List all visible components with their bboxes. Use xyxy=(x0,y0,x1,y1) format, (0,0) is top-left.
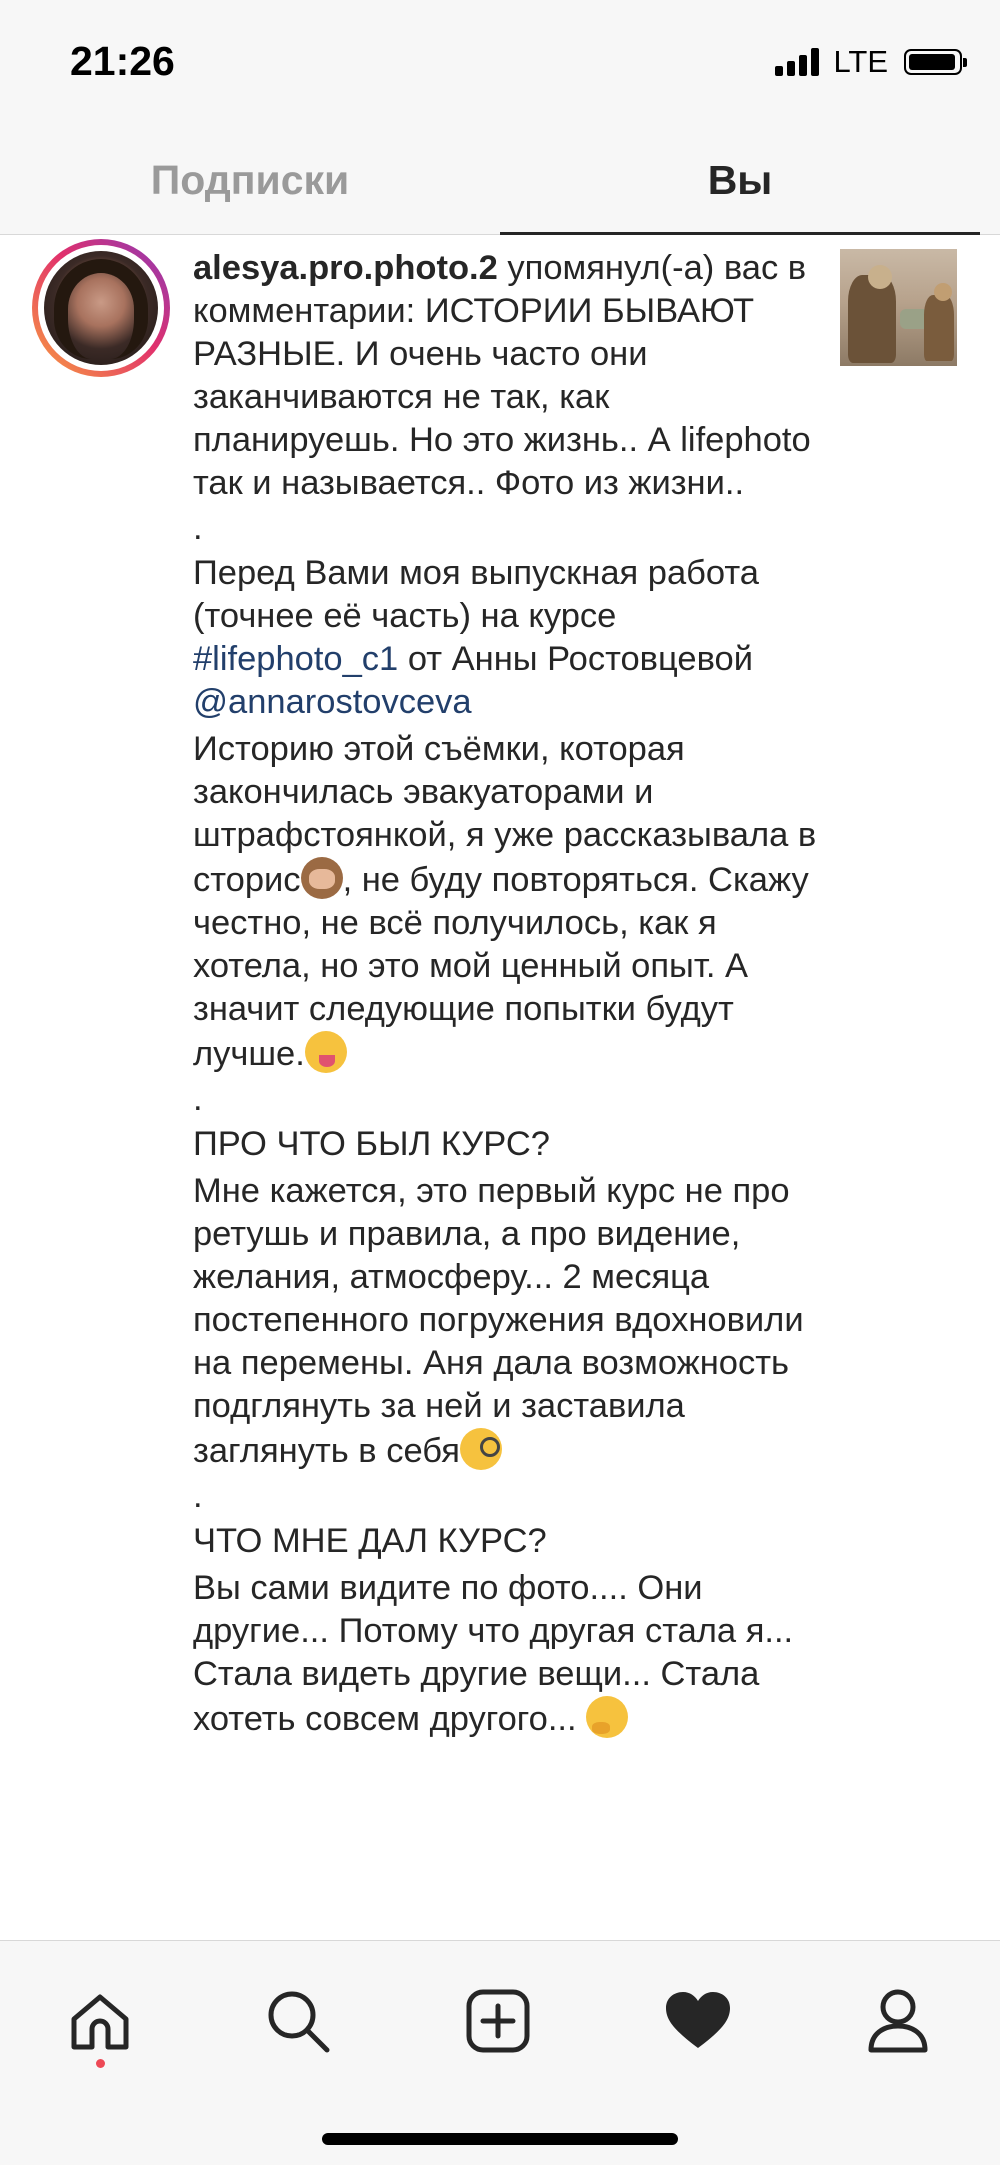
home-indicator[interactable] xyxy=(322,2133,678,2145)
status-bar: 21:26 LTE xyxy=(0,0,1000,120)
hashtag-link[interactable]: #lifephoto_c1 xyxy=(193,640,398,678)
status-time: 21:26 xyxy=(70,38,175,84)
separator-dot: . xyxy=(193,1477,203,1515)
separator-dot: . xyxy=(193,1080,203,1118)
cellular-signal-icon xyxy=(775,48,820,76)
comment-paragraph: Вы сами видите по фото.... Они другие...… xyxy=(193,1569,794,1738)
battery-icon xyxy=(904,49,967,75)
comment-paragraph: Перед Вами моя выпускная работа (точнее … xyxy=(193,554,759,635)
tab-you[interactable]: Вы xyxy=(500,150,980,210)
search-icon[interactable] xyxy=(258,1981,338,2061)
comment-paragraph: Мне кажется, это первый курс не про рету… xyxy=(193,1172,804,1470)
section-heading: ЧТО МНЕ ДАЛ КУРС? xyxy=(193,1522,547,1560)
mention-link[interactable]: @annarostovceva xyxy=(193,683,472,721)
activity-tabs: Подписки Вы xyxy=(0,120,1000,235)
bottom-nav xyxy=(0,1940,1000,2165)
home-notification-dot xyxy=(96,2059,105,2068)
username-link[interactable]: alesya.pro.photo.2 xyxy=(193,249,498,287)
monocle-face-icon xyxy=(459,1428,502,1470)
post-thumbnail[interactable] xyxy=(840,249,957,366)
network-type: LTE xyxy=(833,44,888,79)
tab-following[interactable]: Подписки xyxy=(0,150,500,210)
winking-tongue-face-icon xyxy=(304,1031,347,1073)
profile-icon[interactable] xyxy=(858,1981,938,2061)
thinking-face-icon xyxy=(586,1696,629,1738)
activity-heart-icon[interactable] xyxy=(658,1981,738,2061)
home-icon[interactable] xyxy=(60,1981,140,2061)
notification-item[interactable]: alesya.pro.photo.2 упомянул(-а) вас в ко… xyxy=(0,235,1000,1940)
comment-paragraph: от Анны Ростовцевой xyxy=(398,640,753,678)
avatar[interactable] xyxy=(32,239,170,377)
notification-text: alesya.pro.photo.2 упомянул(-а) вас в ко… xyxy=(193,247,818,1741)
status-indicators: LTE xyxy=(775,44,967,80)
separator-dot: . xyxy=(193,509,203,547)
section-heading: ПРО ЧТО БЫЛ КУРС? xyxy=(193,1125,550,1163)
see-no-evil-monkey-icon xyxy=(300,857,343,899)
new-post-icon[interactable] xyxy=(458,1981,538,2061)
